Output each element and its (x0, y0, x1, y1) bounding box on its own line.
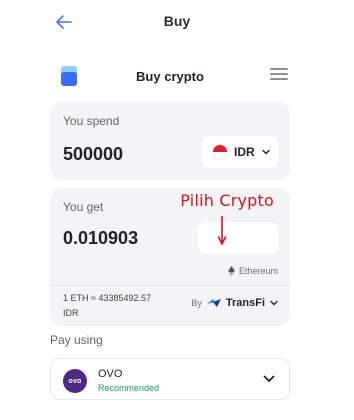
provider-selector[interactable]: By TransFi (191, 296, 278, 310)
top-bar: Buy (0, 0, 354, 44)
get-amount: 0.010903 (63, 228, 139, 248)
chevron-down-icon (263, 375, 275, 382)
menu-icon (270, 68, 288, 80)
annotation-arrow-icon (217, 216, 227, 246)
ovo-logo-icon: ovo (63, 369, 87, 393)
get-card: You get 0.010903 Pilih Crypto Ethereum 1… (50, 188, 290, 326)
menu-button[interactable] (270, 68, 288, 82)
indonesia-flag-icon (212, 144, 228, 160)
transfi-logo-icon (206, 299, 221, 307)
exchange-rate: 1 ETH ≈ 43385492.57 IDR (63, 293, 152, 318)
widget-title: Buy crypto (136, 69, 204, 84)
network-indicator: Ethereum (227, 264, 278, 278)
spend-card: You spend 500000 IDR (50, 102, 290, 180)
fiat-currency-selector[interactable]: IDR (202, 136, 278, 168)
chevron-down-icon (262, 149, 270, 155)
recommended-badge: Recommended (98, 383, 160, 393)
get-label: You get (63, 200, 104, 214)
provider-name: TransFi (225, 297, 265, 309)
provider-prefix: By (191, 298, 202, 308)
widget-header: Buy crypto (50, 60, 290, 92)
network-name: Ethereum (238, 266, 278, 276)
page-title: Buy (163, 13, 191, 29)
spend-label: You spend (63, 114, 120, 128)
pay-using-label: Pay using (50, 333, 103, 347)
spend-amount-input[interactable]: 500000 (63, 144, 123, 165)
chevron-down-icon (270, 300, 278, 306)
crypto-selector[interactable] (198, 222, 278, 254)
payment-method-selector[interactable]: ovo OVO Recommended (50, 358, 290, 400)
ethereum-icon (227, 266, 235, 276)
fiat-currency-code: IDR (234, 145, 255, 159)
annotation-label: Pilih Crypto (180, 191, 274, 210)
divider (50, 285, 290, 286)
payment-method-name: OVO (98, 368, 123, 380)
